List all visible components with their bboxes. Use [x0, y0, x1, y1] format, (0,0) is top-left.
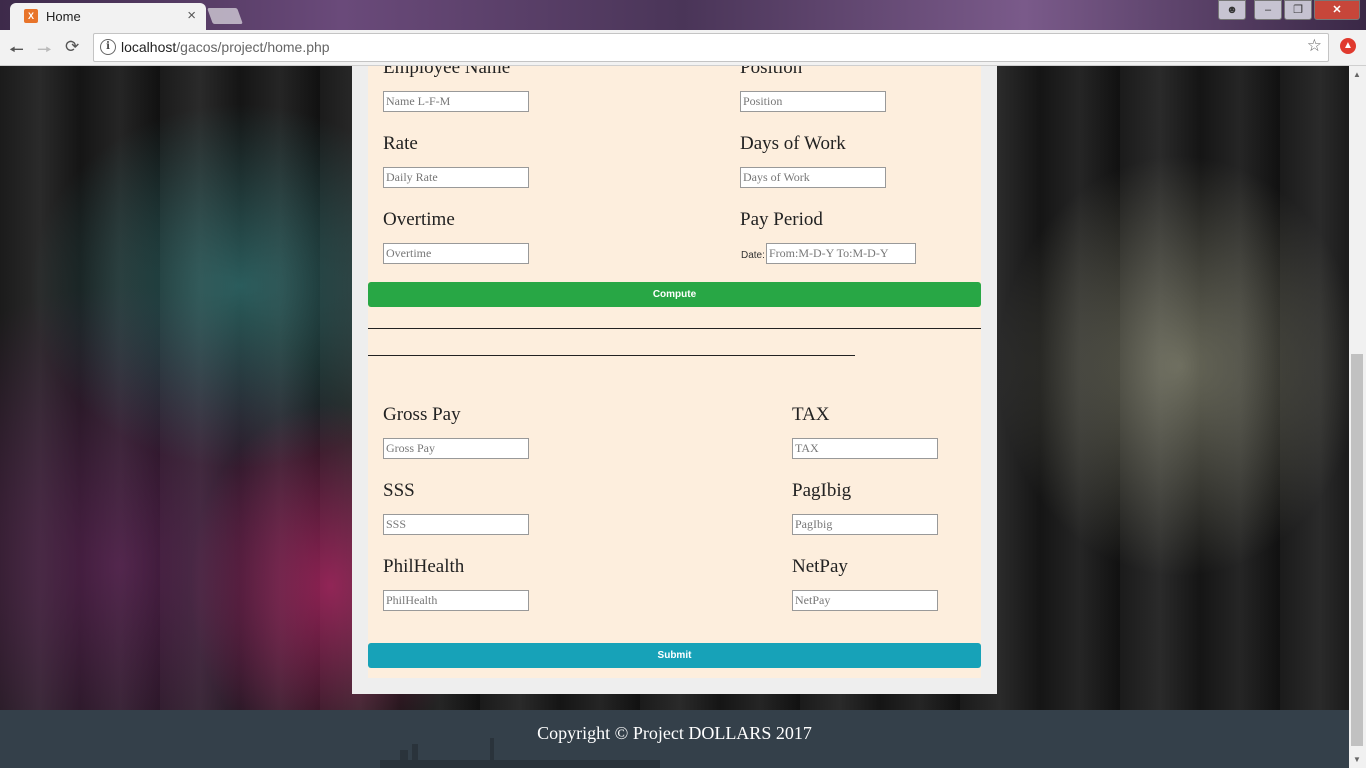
sss-input[interactable]: [383, 514, 529, 535]
pay-period-label: Pay Period: [740, 209, 823, 230]
gross-pay-input[interactable]: [383, 438, 529, 459]
new-tab-button[interactable]: [207, 8, 243, 24]
info-icon[interactable]: i: [100, 39, 116, 55]
url-text: localhost/gacos/project/home.php: [121, 39, 330, 55]
submit-button[interactable]: Submit: [368, 643, 981, 668]
copyright-text: Copyright © Project DOLLARS 2017: [537, 723, 812, 743]
reload-icon[interactable]: ⟳: [65, 37, 79, 57]
maximize-icon[interactable]: ❐: [1284, 0, 1312, 20]
position-input[interactable]: [740, 91, 886, 112]
form-container: Employee Name Position Rate Days of Work…: [352, 66, 997, 694]
scroll-thumb[interactable]: [1351, 354, 1363, 746]
rate-label: Rate: [383, 133, 418, 154]
days-of-work-label: Days of Work: [740, 133, 846, 154]
employee-name-input[interactable]: [383, 91, 529, 112]
address-bar[interactable]: i localhost/gacos/project/home.php ☆: [93, 33, 1329, 62]
window-controls: ☻ – ❐ ✕: [1218, 0, 1360, 20]
url-host: localhost: [121, 39, 177, 55]
days-of-work-input[interactable]: [740, 167, 886, 188]
xampp-favicon-icon: X: [24, 9, 38, 23]
rate-input[interactable]: [383, 167, 529, 188]
tab-close-icon[interactable]: ×: [187, 7, 196, 24]
url-path: /gacos/project/home.php: [176, 39, 330, 55]
philhealth-input[interactable]: [383, 590, 529, 611]
extension-icon[interactable]: ▲: [1340, 38, 1356, 54]
philhealth-label: PhilHealth: [383, 556, 465, 577]
netpay-input[interactable]: [792, 590, 938, 611]
minimize-icon[interactable]: –: [1254, 0, 1282, 20]
user-profile-icon[interactable]: ☻: [1218, 0, 1246, 20]
gross-pay-label: Gross Pay: [383, 404, 461, 425]
divider-line: [368, 328, 981, 329]
compute-button[interactable]: Compute: [368, 282, 981, 307]
scroll-up-icon[interactable]: ▲: [1353, 70, 1361, 79]
page-viewport: Employee Name Position Rate Days of Work…: [0, 66, 1349, 768]
page-footer: Copyright © Project DOLLARS 2017: [0, 710, 1349, 768]
netpay-label: NetPay: [792, 556, 848, 577]
scroll-down-icon[interactable]: ▼: [1353, 755, 1361, 764]
forward-icon[interactable]: 🠖: [37, 37, 52, 66]
back-icon[interactable]: 🠔: [9, 37, 24, 66]
position-label: Position: [740, 66, 803, 78]
date-label: Date:: [741, 250, 765, 261]
star-icon[interactable]: ☆: [1307, 36, 1322, 56]
pay-period-input[interactable]: [766, 243, 916, 264]
browser-tab[interactable]: X Home ×: [10, 3, 206, 30]
overtime-label: Overtime: [383, 209, 455, 230]
overtime-input[interactable]: [383, 243, 529, 264]
pagibig-label: PagIbig: [792, 480, 852, 501]
window-close-icon[interactable]: ✕: [1314, 0, 1360, 20]
browser-titlebar: X Home × ☻ – ❐ ✕: [0, 0, 1366, 30]
pagibig-input[interactable]: [792, 514, 938, 535]
sss-label: SSS: [383, 480, 415, 501]
payroll-form: Employee Name Position Rate Days of Work…: [368, 66, 981, 678]
tab-title: Home: [46, 9, 81, 24]
vertical-scrollbar[interactable]: ▲ ▼: [1349, 66, 1366, 768]
employee-name-label: Employee Name: [383, 66, 511, 78]
divider-line: [368, 355, 855, 356]
tax-input[interactable]: [792, 438, 938, 459]
browser-toolbar: 🠔 🠖 ⟳ i localhost/gacos/project/home.php…: [0, 30, 1366, 66]
tax-label: TAX: [792, 404, 830, 425]
